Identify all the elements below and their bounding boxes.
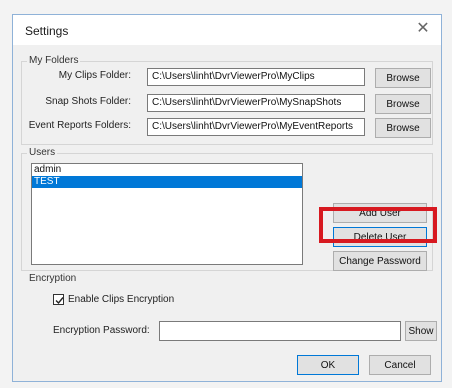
user-list-item-admin[interactable]: admin <box>32 164 302 176</box>
browse-clips-button[interactable]: Browse <box>375 68 431 88</box>
checkmark-icon <box>55 297 64 305</box>
enable-encryption-checkbox[interactable] <box>53 294 64 305</box>
snap-shots-folder-label: Snap Shots Folder: <box>45 96 131 107</box>
browse-snapshots-button[interactable]: Browse <box>375 94 431 114</box>
close-icon[interactable]: ✕ <box>413 19 433 39</box>
browse-event-reports-button[interactable]: Browse <box>375 118 431 138</box>
users-listbox[interactable]: admin TEST <box>31 163 303 265</box>
encryption-password-label: Encryption Password: <box>53 325 150 336</box>
encryption-group-label: Encryption <box>27 273 79 284</box>
delete-user-button[interactable]: Delete User <box>333 227 427 247</box>
user-list-item-test[interactable]: TEST <box>32 176 302 188</box>
change-password-button[interactable]: Change Password <box>333 251 427 271</box>
show-password-button[interactable]: Show <box>405 321 437 341</box>
my-clips-folder-input[interactable]: C:\Users\linht\DvrViewerPro\MyClips <box>147 68 365 86</box>
ok-button[interactable]: OK <box>297 355 359 375</box>
event-reports-folder-input[interactable]: C:\Users\linht\DvrViewerPro\MyEventRepor… <box>147 118 365 136</box>
title-bar: Settings ✕ <box>13 15 441 45</box>
cancel-button[interactable]: Cancel <box>369 355 431 375</box>
settings-dialog: Settings ✕ My Folders My Clips Folder: C… <box>12 14 442 382</box>
dialog-title: Settings <box>25 24 69 38</box>
enable-encryption-label: Enable Clips Encryption <box>68 294 175 305</box>
users-group-label: Users <box>27 147 58 158</box>
add-user-button[interactable]: Add User <box>333 203 427 223</box>
my-clips-folder-label: My Clips Folder: <box>58 70 131 81</box>
snap-shots-folder-input[interactable]: C:\Users\linht\DvrViewerPro\MySnapShots <box>147 94 365 112</box>
event-reports-folder-label: Event Reports Folders: <box>28 120 131 131</box>
encryption-password-input[interactable] <box>159 321 401 341</box>
my-folders-label: My Folders <box>27 55 81 66</box>
